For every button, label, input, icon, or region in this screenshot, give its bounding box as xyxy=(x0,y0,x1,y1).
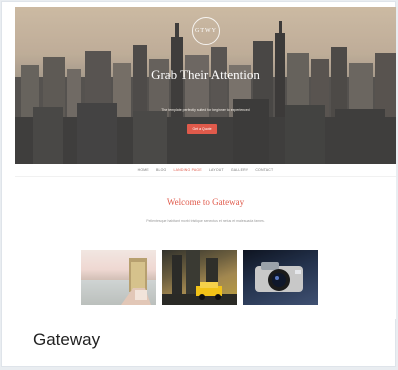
hero-banner: GTWY Grab Their Attention The template p… xyxy=(15,7,396,164)
nav-item-contact[interactable]: CONTACT xyxy=(255,168,273,172)
nav-item-layout[interactable]: LAYOUT xyxy=(209,168,224,172)
hero-cta-button[interactable]: Get a Quote xyxy=(187,124,217,134)
welcome-text: Pellentesque habitant morbi tristique se… xyxy=(146,219,265,223)
camera-photo xyxy=(243,250,318,305)
logo-text: GTWY xyxy=(195,28,217,34)
taxi-street-photo xyxy=(162,250,237,305)
nav-item-landing-page[interactable]: LANDING PAGE xyxy=(173,168,201,172)
nav-item-gallery[interactable]: GALLERY xyxy=(231,168,248,172)
logo-ring-icon: GTWY xyxy=(192,17,220,45)
beach-chair-photo xyxy=(81,250,156,305)
theme-name: Gateway xyxy=(33,330,101,349)
welcome-title: Welcome to Gateway xyxy=(166,197,245,207)
hero-subtitle: The template perfectly suited for beginn… xyxy=(161,108,250,112)
nav-item-home[interactable]: HOME xyxy=(138,168,149,172)
theme-card[interactable]: GTWY Grab Their Attention The template p… xyxy=(1,1,396,367)
hero-title: Grab Their Attention xyxy=(151,67,260,82)
theme-preview-screenshot[interactable]: GTWY Grab Their Attention The template p… xyxy=(15,7,396,319)
preview-nav: HOME BLOG LANDING PAGE LAYOUT GALLERY CO… xyxy=(15,164,396,177)
nav-item-blog[interactable]: BLOG xyxy=(156,168,167,172)
